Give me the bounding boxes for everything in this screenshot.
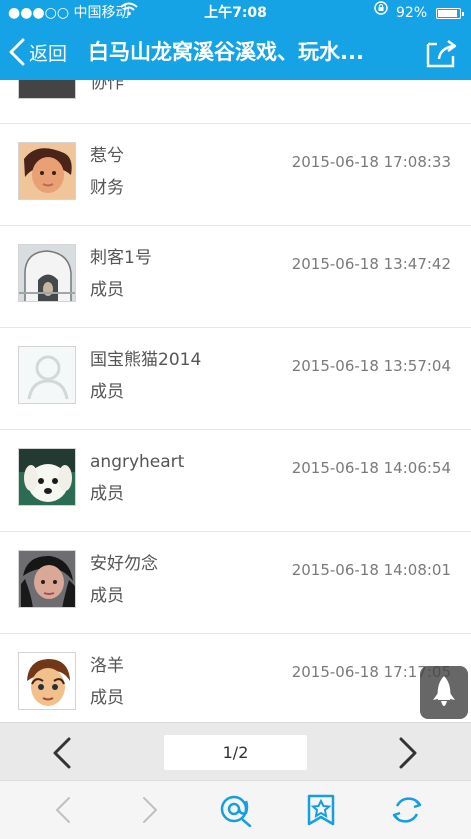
navigation-bar: 返回 白马山龙窝溪谷溪戏、玩水... [0,26,471,80]
back-label: 返回 [29,42,68,65]
list-item[interactable]: 安好勿念 成员 2015-06-18 14:08:01 [0,532,471,634]
battery-percentage: 92% [396,5,428,21]
forward-icon [143,797,157,823]
list-item[interactable]: angryheart 成员 2015-06-18 14:06:54 [0,430,471,532]
app-window: ●●●○○ 中国移动 上午7:08 92% 返回 白马山龙窝溪谷溪戏、玩水...… [0,0,471,839]
favorite-icon [307,794,335,826]
refresh-icon [392,797,422,823]
list-item-partial[interactable]: 协作 [0,80,471,124]
join-date: 2015-06-18 13:47:42 [291,255,451,273]
member-role: 财务 [90,178,124,198]
join-date: 2015-06-18 14:08:01 [291,561,451,579]
list-item[interactable]: 洛羊 成员 2015-06-18 17:17:05 [0,634,471,722]
rocket-icon [433,676,455,706]
avatar [18,346,76,404]
next-page-button[interactable] [391,737,423,769]
member-role: 成员 [90,688,124,708]
member-name: 洛羊 [90,656,124,676]
share-icon [426,40,457,68]
member-list[interactable]: 协作 惹兮 财务 2015-06-18 17:08:33 刺客1号 成员 201… [0,80,471,722]
avatar [18,142,76,200]
member-name: 国宝熊猫2014 [90,350,202,370]
join-date: 2015-06-18 17:08:33 [291,153,451,171]
avatar [18,652,76,710]
chevron-left-icon [9,38,25,66]
top-header: ●●●○○ 中国移动 上午7:08 92% 返回 白马山龙窝溪谷溪戏、玩水... [0,0,471,80]
member-name: 刺客1号 [90,248,152,268]
status-bar: ●●●○○ 中国移动 上午7:08 92% [0,0,471,26]
member-name: 惹兮 [90,146,124,166]
list-item[interactable]: 刺客1号 成员 2015-06-18 13:47:42 [0,226,471,328]
battery-level [438,10,458,17]
list-item[interactable]: 惹兮 财务 2015-06-18 17:08:33 [0,124,471,226]
member-role: 成员 [90,586,124,606]
chevron-left-icon [53,737,71,769]
avatar [18,448,76,506]
battery-icon [436,8,464,19]
mention-button[interactable] [218,793,252,828]
share-button[interactable] [423,36,459,70]
member-role: 成员 [90,484,124,504]
back-button[interactable]: 返回 [8,33,67,71]
browser-back-button[interactable] [47,793,81,827]
avatar [18,80,76,99]
previous-page-button[interactable] [47,737,79,769]
browser-forward-button[interactable] [132,793,166,827]
member-role: 成员 [90,280,124,300]
avatar [18,244,76,302]
member-name: 安好勿念 [90,554,158,574]
page-indicator[interactable]: 1/2 [164,735,307,770]
join-date: 2015-06-18 14:06:54 [291,459,451,477]
pagination-bar: 1/2 [0,722,471,780]
member-role: 成员 [90,382,124,402]
chevron-right-icon [399,737,417,769]
refresh-button[interactable] [390,793,424,827]
member-name: angryheart [90,452,185,472]
browser-toolbar [0,780,471,839]
favorite-button[interactable] [304,793,338,827]
page-title: 白马山龙窝溪谷溪戏、玩水... [88,40,364,64]
join-date: 2015-06-18 13:57:04 [291,357,451,375]
mention-icon [220,795,252,828]
back-to-top-button[interactable] [420,666,468,719]
member-role: 协作 [90,80,124,93]
avatar [18,550,76,608]
list-item[interactable]: 国宝熊猫2014 成员 2015-06-18 13:57:04 [0,328,471,430]
rotation-lock-icon [373,0,389,26]
back-icon [56,797,70,823]
